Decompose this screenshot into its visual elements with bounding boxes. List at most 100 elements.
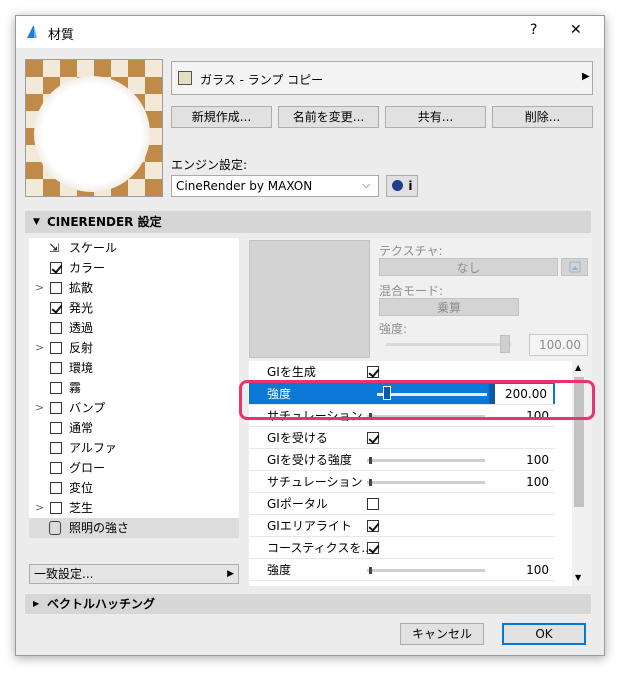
channel-checkbox[interactable]	[50, 302, 62, 314]
channel-checkbox[interactable]	[50, 382, 62, 394]
blend-mode-select[interactable]: 乗算	[379, 298, 519, 316]
cancel-button[interactable]: キャンセル	[400, 623, 484, 645]
channel-checkbox[interactable]	[50, 442, 62, 454]
tree-item[interactable]: ⇲ スケール	[29, 238, 239, 258]
property-checkbox[interactable]	[367, 366, 379, 378]
channel-checkbox[interactable]	[50, 502, 62, 514]
tree-item[interactable]: 透過	[29, 318, 239, 338]
tree-item[interactable]: 通常	[29, 418, 239, 438]
strength-label: 強度:	[379, 322, 408, 336]
ok-button[interactable]: OK	[502, 623, 586, 645]
tree-item-label: スケール	[69, 241, 118, 255]
property-row[interactable]: コースティクスを...	[249, 537, 555, 559]
tree-item[interactable]: > 反射	[29, 338, 239, 358]
tree-item-label: 発光	[69, 301, 94, 315]
property-checkbox[interactable]	[367, 432, 379, 444]
property-checkbox[interactable]	[367, 542, 379, 554]
channel-checkbox[interactable]	[50, 262, 62, 274]
engine-value: CineRender by MAXON	[176, 179, 313, 193]
tree-item[interactable]: 変位	[29, 478, 239, 498]
vector-hatching-title: ベクトルハッチング	[47, 597, 156, 611]
property-value[interactable]: 100	[507, 559, 549, 581]
tree-item[interactable]: > 芝生	[29, 498, 239, 518]
channel-checkbox[interactable]	[50, 402, 62, 414]
cinerender-section-title: CINERENDER 設定	[47, 215, 162, 229]
material-swatch	[178, 71, 192, 85]
tree-item[interactable]: > 拡散	[29, 278, 239, 298]
chevron-right-icon[interactable]: >	[35, 398, 44, 418]
tree-item[interactable]: カラー	[29, 258, 239, 278]
blend-mode-label: 混合モード:	[379, 284, 444, 298]
property-row[interactable]: 強度 100	[249, 559, 555, 581]
new-button[interactable]: 新規作成...	[171, 106, 272, 128]
close-icon[interactable]: ✕	[570, 22, 582, 38]
scale-icon: ⇲	[49, 241, 60, 255]
channel-checkbox[interactable]	[50, 362, 62, 374]
help-button[interactable]: ?	[530, 22, 537, 38]
tree-item-label: 拡散	[69, 281, 94, 295]
delete-button[interactable]: 削除...	[492, 106, 593, 128]
tree-item-label: 芝生	[69, 501, 94, 515]
material-name: ガラス - ランプ コピー	[200, 73, 324, 87]
channel-checkbox[interactable]	[50, 482, 62, 494]
property-label: サチュレーション	[267, 475, 363, 489]
lock-icon	[49, 521, 61, 535]
tree-item[interactable]: グロー	[29, 458, 239, 478]
property-row[interactable]: GIエリアライト	[249, 515, 555, 537]
tree-item[interactable]: アルファ	[29, 438, 239, 458]
engine-info-button[interactable]: i	[386, 175, 418, 197]
property-row[interactable]: GIを受ける	[249, 427, 555, 449]
tree-item[interactable]: 発光	[29, 298, 239, 318]
title-bar: 材質 ? ✕	[16, 16, 604, 48]
channel-checkbox[interactable]	[50, 282, 62, 294]
info-icon: i	[408, 179, 413, 193]
strength-slider-knob[interactable]	[500, 335, 510, 353]
rename-button[interactable]: 名前を変更...	[278, 106, 379, 128]
tree-item[interactable]: 環境	[29, 358, 239, 378]
match-settings-label: 一致設定...	[34, 567, 94, 581]
chevron-right-icon[interactable]: >	[35, 498, 44, 518]
property-row[interactable]: サチュレーション 100	[249, 471, 555, 493]
material-name-selector[interactable]: ガラス - ランプ コピー ▶	[171, 61, 593, 95]
scroll-up-icon[interactable]: ▲	[575, 363, 581, 372]
tree-item-label: グロー	[69, 461, 106, 475]
channel-checkbox[interactable]	[50, 462, 62, 474]
vector-hatching-section-header[interactable]: ▶ ベクトルハッチング	[25, 594, 591, 614]
tree-item-label: 反射	[69, 341, 94, 355]
render-sphere-icon	[391, 180, 403, 191]
channel-tree: ⇲ スケール カラー > 拡散 発光 透過 > 反射 環境霧 > バンプ 通常 アルファ グロー 変位 > 芝生照…	[29, 238, 239, 538]
tree-item[interactable]: 照明の強さ	[29, 518, 239, 538]
engine-select[interactable]: CineRender by MAXON ⌵	[171, 175, 379, 197]
texture-select[interactable]: なし	[379, 258, 558, 276]
property-checkbox[interactable]	[367, 520, 379, 532]
scroll-down-icon[interactable]: ▼	[575, 573, 581, 582]
property-slider[interactable]	[367, 457, 485, 464]
tree-item[interactable]: > バンプ	[29, 398, 239, 418]
property-value[interactable]: 100	[507, 471, 549, 493]
strength-slider[interactable]	[386, 343, 511, 346]
texture-browse-icon[interactable]	[561, 258, 588, 276]
tree-item-label: 霧	[69, 381, 82, 395]
property-checkbox[interactable]	[367, 498, 379, 510]
match-settings-button[interactable]: 一致設定... ▶	[29, 564, 239, 584]
material-dialog: 材質 ? ✕ ガラス - ランプ コピー ▶ 新規作成... 名前を変更... …	[15, 15, 605, 656]
channel-checkbox[interactable]	[50, 322, 62, 334]
strength-field[interactable]: 100.00	[529, 334, 588, 356]
tree-item[interactable]: 霧	[29, 378, 239, 398]
chevron-right-icon[interactable]: >	[35, 278, 44, 298]
app-icon	[24, 24, 40, 40]
channel-checkbox[interactable]	[50, 342, 62, 354]
channel-checkbox[interactable]	[50, 422, 62, 434]
property-value[interactable]: 100	[507, 449, 549, 471]
share-button[interactable]: 共有...	[385, 106, 486, 128]
property-row[interactable]: GIポータル	[249, 493, 555, 515]
property-label: GIエリアライト	[267, 519, 352, 533]
cinerender-section-header[interactable]: ▼ CINERENDER 設定	[25, 211, 591, 233]
property-slider[interactable]	[367, 567, 485, 574]
texture-label: テクスチャ:	[379, 244, 443, 258]
property-slider[interactable]	[367, 479, 485, 486]
texture-preview	[249, 240, 370, 358]
property-row[interactable]: GIを受ける強度 100	[249, 449, 555, 471]
tree-item-label: 環境	[69, 361, 94, 375]
chevron-right-icon[interactable]: >	[35, 338, 44, 358]
